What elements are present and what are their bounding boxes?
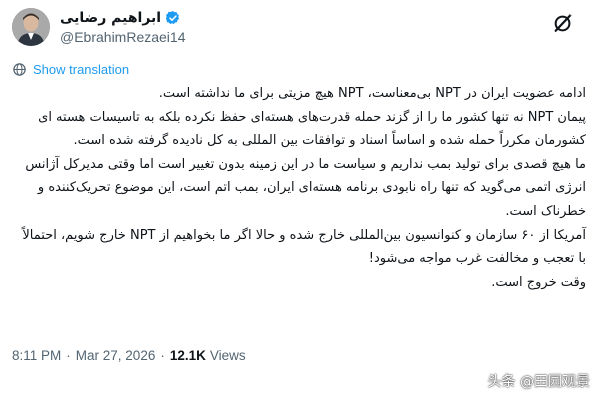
tweet-paragraph: آمریکا از ۶۰ سازمان و کنوانسیون بین‌المل… [22,227,586,267]
author-handle[interactable]: @EbrahimRezaei14 [60,29,186,45]
tweet-header: ابراهیم رضایی @EbrahimRezaei14 [12,8,588,48]
tweet-meta: 8:11 PM · Mar 27, 2026 · 12.1K Views [12,348,246,363]
grok-icon[interactable] [552,12,574,34]
verified-badge-icon [166,11,180,24]
avatar[interactable] [12,8,50,46]
tweet-time[interactable]: 8:11 PM [12,348,61,363]
views-label: Views [209,348,246,363]
tweet-date[interactable]: Mar 27, 2026 [76,348,156,363]
tweet-paragraph: پیمان NPT نه تنها کشور ما را از گزند حمل… [38,109,586,149]
meta-separator: · [160,348,165,363]
author-name-row: ابراهیم رضایی [60,9,186,27]
tweet-paragraph: ادامه عضویت ایران در NPT بی‌معناست، NPT … [158,86,586,101]
globe-icon [13,63,26,76]
meta-separator: · [66,348,71,363]
author-display-name[interactable]: ابراهیم رضایی [60,10,161,26]
views-count[interactable]: 12.1K [170,348,206,363]
tweet-paragraph: وقت خروج است. [491,274,586,290]
watermark: 头条 @田园观景 [487,374,590,390]
tweet-text: ادامه عضویت ایران در NPT بی‌معناست، NPT … [12,82,586,294]
show-translation-link[interactable]: Show translation [33,62,129,77]
author-info: ابراهیم رضایی @EbrahimRezaei14 [60,9,186,45]
show-translation[interactable]: Show translation [12,62,129,77]
tweet-paragraph: ما هیچ قصدی برای تولید بمب نداریم و سیاس… [25,156,586,219]
